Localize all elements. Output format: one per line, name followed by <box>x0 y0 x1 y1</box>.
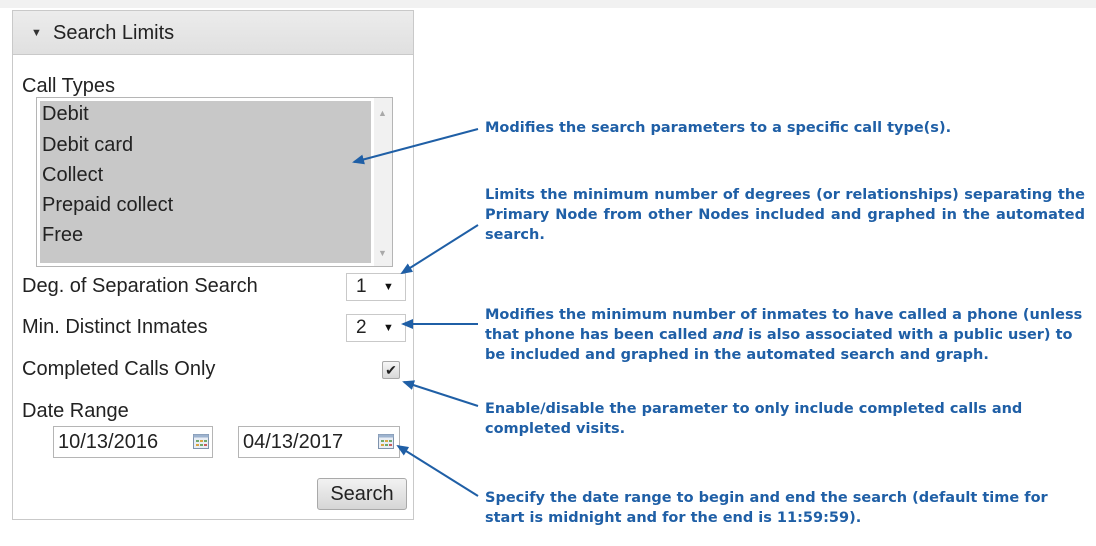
call-types-note: Modifies the search parameters to a spec… <box>485 120 952 136</box>
completed-calls-note: Enable/disable the parameter to only inc… <box>485 401 1023 437</box>
arrow-date-range <box>396 444 479 497</box>
annotation-arrows <box>352 128 479 497</box>
deg-separation-note: Limits the minimum number of degrees (or… <box>485 187 1085 243</box>
date-range-note: Specify the date range to begin and end … <box>485 490 1048 526</box>
arrow-deg-separation <box>400 224 479 275</box>
min-inmates-note: Modifies the minimum number of inmates t… <box>485 305 1085 365</box>
arrow-completed-calls <box>402 380 479 407</box>
min-inmates-note-emphasis: and <box>712 327 744 343</box>
arrow-call-types <box>352 128 479 165</box>
